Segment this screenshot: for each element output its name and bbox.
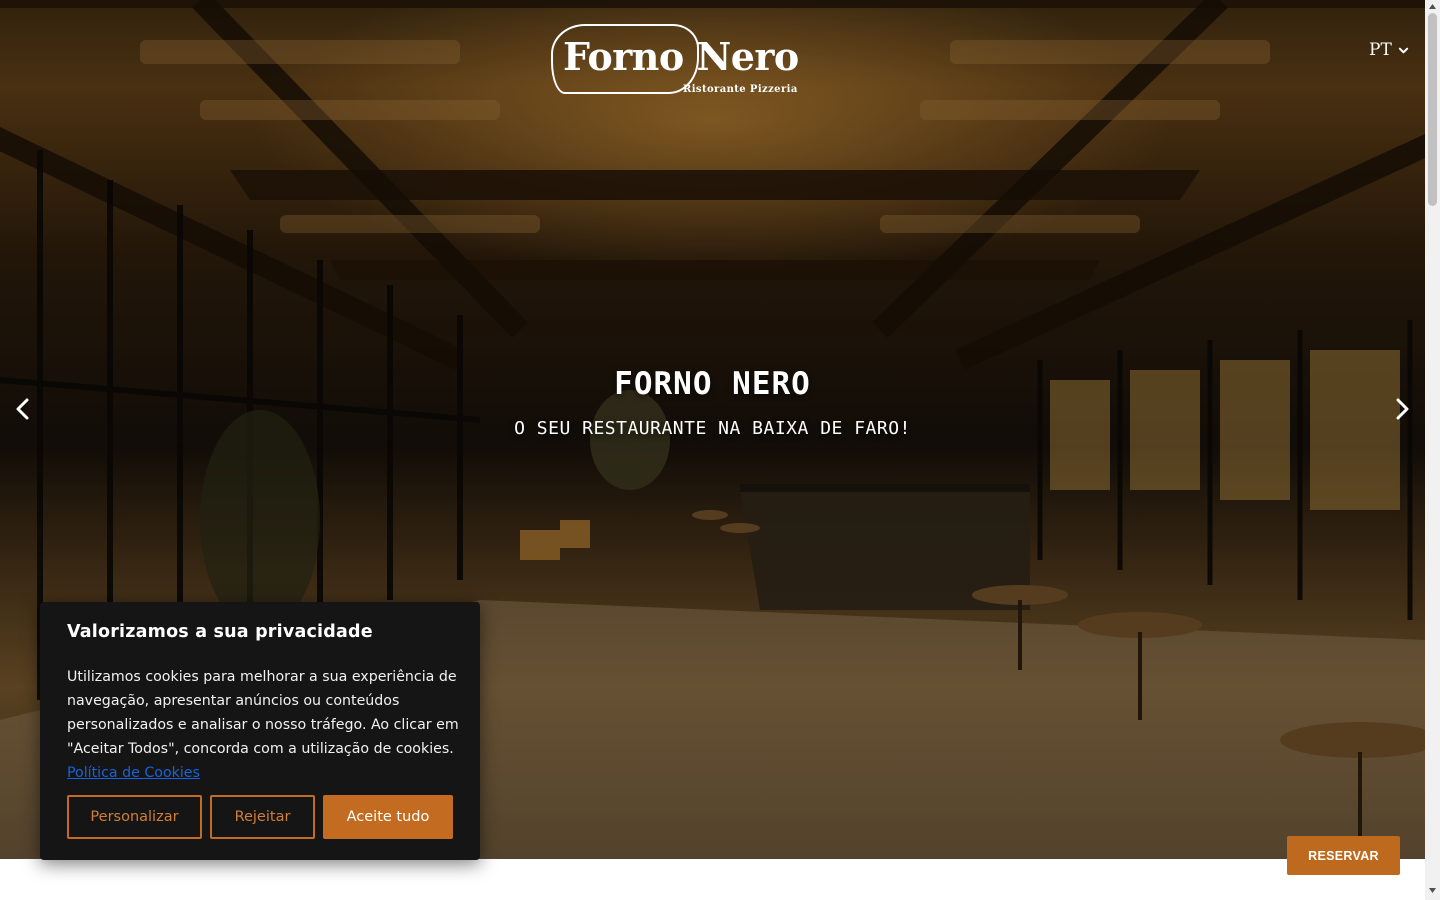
cookie-banner-title: Valorizamos a sua privacidade <box>67 622 373 642</box>
scrollbar-thumb[interactable] <box>1428 13 1437 206</box>
accept-all-button[interactable]: Aceite tudo <box>323 795 453 839</box>
cookie-policy-link[interactable]: Política de Cookies <box>67 765 200 781</box>
cookie-banner-body: Utilizamos cookies para melhorar a sua e… <box>67 669 459 757</box>
chevron-left-icon[interactable] <box>10 396 36 422</box>
language-label: PT <box>1369 40 1392 60</box>
scroll-up-icon[interactable] <box>1428 2 1437 11</box>
cookie-banner-actions: Personalizar Rejeitar Aceite tudo <box>67 795 453 839</box>
reject-button[interactable]: Rejeitar <box>210 795 315 839</box>
hero-title: FORNO NERO <box>614 366 811 402</box>
language-selector[interactable]: PT <box>1369 40 1409 60</box>
logo-name: Forno Nero <box>563 34 799 79</box>
site-logo[interactable]: Forno Nero Ristorante Pizzeria <box>551 24 807 98</box>
cookie-consent-banner: Valorizamos a sua privacidade Utilizamos… <box>40 602 480 860</box>
reserve-button[interactable]: RESERVAR <box>1287 836 1400 875</box>
hero-subtitle: O SEU RESTAURANTE NA BAIXA DE FARO! <box>514 418 911 439</box>
chevron-down-icon <box>1398 47 1408 53</box>
customize-button[interactable]: Personalizar <box>67 795 202 839</box>
logo-subtitle: Ristorante Pizzeria <box>683 84 798 95</box>
cookie-banner-text: Utilizamos cookies para melhorar a sua e… <box>67 665 459 785</box>
scroll-down-icon[interactable] <box>1428 886 1437 895</box>
chevron-right-icon[interactable] <box>1389 396 1415 422</box>
page-scrollbar[interactable] <box>1425 0 1440 900</box>
